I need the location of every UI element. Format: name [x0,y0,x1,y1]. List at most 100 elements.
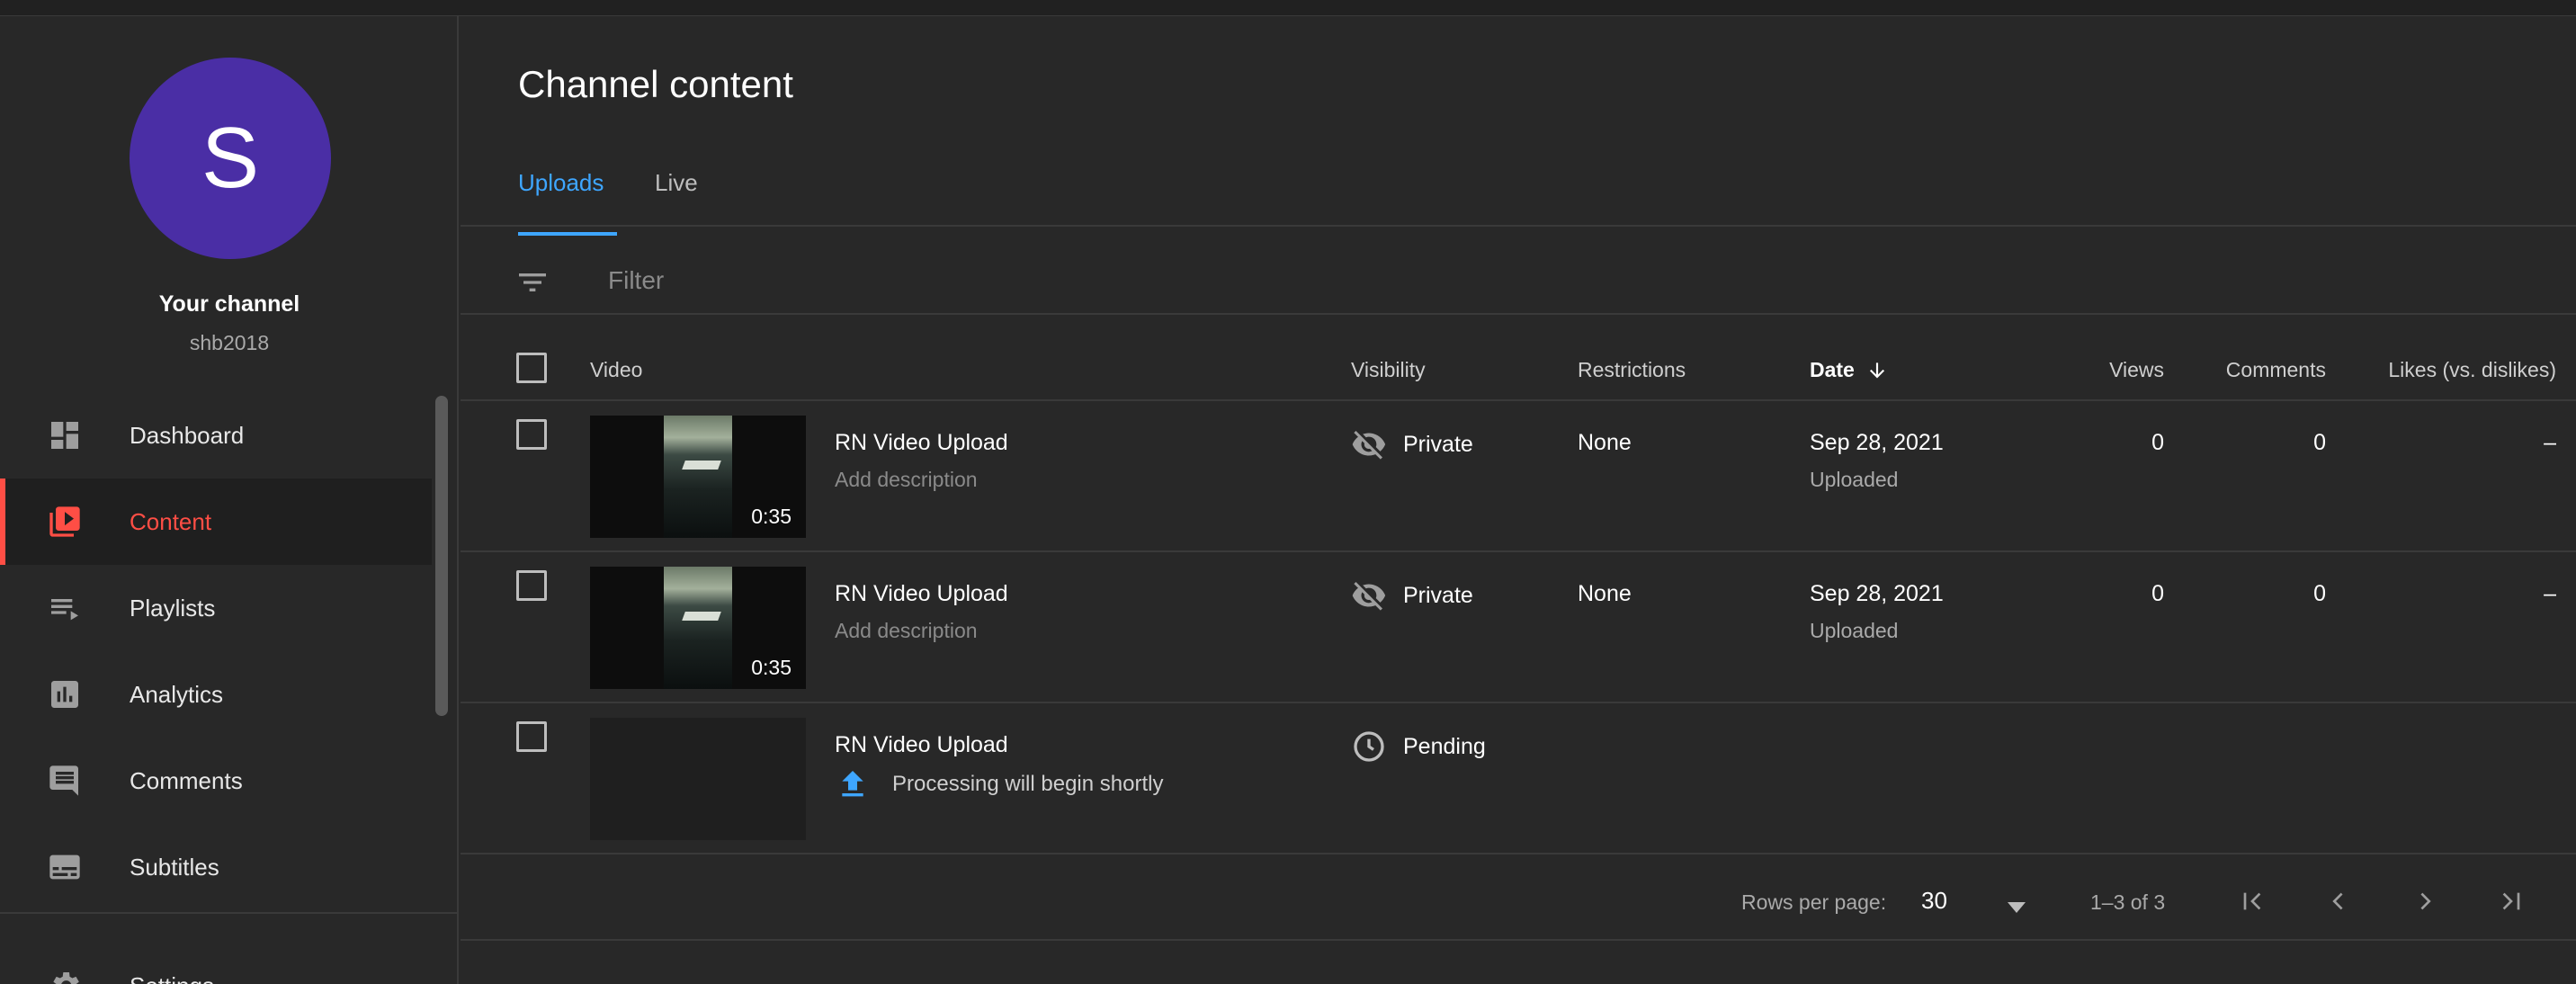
comments-icon [45,761,85,801]
video-duration: 0:35 [751,656,792,679]
column-header-visibility[interactable]: Visibility [1351,358,1426,382]
video-description[interactable]: Add description [835,619,978,643]
column-header-restrictions[interactable]: Restrictions [1578,358,1686,382]
column-header-views[interactable]: Views [2092,358,2164,382]
table-row[interactable]: 0:35 RN Video Upload Add description Pri… [461,552,2576,703]
previous-page-icon[interactable] [2319,881,2358,921]
date-status: Uploaded [1810,468,1899,491]
sidebar-item-playlists[interactable]: Playlists [0,565,432,651]
sidebar-item-label: Analytics [130,680,224,708]
sidebar: S Your channel shb2018 Dashboard Content… [0,16,459,984]
views-cell: 0 [2151,581,2164,606]
comments-cell: 0 [2313,581,2326,606]
sidebar-item-label: Subtitles [130,853,219,881]
footer-divider [461,939,2576,941]
likes-cell: – [2544,430,2556,455]
page-title: Channel content [518,63,793,105]
sidebar-item-comments[interactable]: Comments [0,738,432,824]
date-cell: Sep 28, 2021 [1810,581,1944,606]
visibility-label: Pending [1403,733,1486,759]
sidebar-item-content[interactable]: Content [0,479,432,565]
sidebar-scrollbar[interactable] [435,396,448,716]
column-header-comments[interactable]: Comments [2200,358,2326,382]
visibility-label: Private [1403,582,1473,608]
avatar-letter: S [201,110,260,206]
clock-icon [1351,729,1387,765]
views-cell: 0 [2151,430,2164,455]
tabs-divider [461,225,2576,227]
sidebar-item-label: Playlists [130,594,216,622]
channel-avatar[interactable]: S [130,58,331,259]
sidebar-item-label: Content [130,507,212,535]
eye-off-icon [1351,577,1387,613]
channel-title: Your channel [158,291,300,317]
visibility-cell: Pending [1351,729,1486,765]
thumbnail-image [664,416,732,538]
filter-divider [461,313,2576,315]
top-bar [0,0,2576,16]
table-header: Video Visibility Restrictions Date Views… [461,326,2576,410]
row-checkbox[interactable] [516,570,547,601]
thumbnail-image [664,567,732,689]
filter-bar [461,237,2576,324]
row-divider [461,853,2576,854]
sidebar-nav: Dashboard Content Playlists Analytics Co… [0,392,432,910]
sidebar-item-analytics[interactable]: Analytics [0,651,432,738]
sidebar-divider [0,912,457,914]
column-header-date[interactable]: Date [1810,358,1889,382]
processing-status: Processing will begin shortly [835,766,1163,802]
comments-cell: 0 [2313,430,2326,455]
first-page-icon[interactable] [2232,881,2272,921]
row-checkbox[interactable] [516,721,547,752]
video-description[interactable]: Add description [835,468,978,492]
dashboard-icon [45,416,85,455]
last-page-icon[interactable] [2491,881,2531,921]
channel-handle: shb2018 [189,331,270,354]
eye-off-icon [1351,426,1387,462]
rows-per-page-label: Rows per page: [1741,890,1887,914]
video-title[interactable]: RN Video Upload [835,430,1008,456]
restrictions-cell: None [1578,430,1632,455]
playlists-icon [45,588,85,628]
sidebar-item-subtitles[interactable]: Subtitles [0,824,432,910]
table-row[interactable]: RN Video Upload Processing will begin sh… [461,703,2576,854]
date-status: Uploaded [1810,619,1899,642]
video-thumbnail-placeholder [590,718,806,840]
video-thumbnail[interactable]: 0:35 [590,567,806,689]
column-header-video[interactable]: Video [590,358,642,382]
visibility-cell[interactable]: Private [1351,426,1473,462]
pagination-range: 1–3 of 3 [2090,890,2166,914]
video-duration: 0:35 [751,505,792,528]
visibility-label: Private [1403,431,1473,457]
content-icon [45,502,85,541]
rows-per-page-select[interactable]: 30 [1921,887,1947,915]
filter-icon[interactable] [514,264,550,300]
video-thumbnail[interactable]: 0:35 [590,416,806,538]
next-page-icon[interactable] [2405,881,2445,921]
subtitles-icon [45,847,85,887]
filter-input[interactable] [608,255,1687,306]
visibility-cell[interactable]: Private [1351,577,1473,613]
row-checkbox[interactable] [516,419,547,450]
select-all-checkbox[interactable] [516,353,547,383]
sidebar-item-settings[interactable]: Settings [0,943,432,984]
sidebar-item-label: Dashboard [130,421,245,449]
processing-status-label: Processing will begin shortly [892,772,1164,796]
gear-icon [45,966,85,984]
arrow-down-icon [1865,359,1889,382]
sidebar-item-label: Settings [130,972,214,984]
sidebar-item-dashboard[interactable]: Dashboard [0,392,432,479]
caret-down-icon[interactable] [2008,894,2026,913]
likes-cell: – [2544,581,2556,606]
main-content: Channel content Uploads Live Video Visib… [461,16,2576,984]
video-title[interactable]: RN Video Upload [835,581,1008,607]
column-header-likes[interactable]: Likes (vs. dislikes) [2340,358,2556,382]
restrictions-cell: None [1578,581,1632,606]
pagination-footer: Rows per page: 30 1–3 of 3 [461,858,2576,944]
column-header-date-label: Date [1810,358,1855,381]
video-title[interactable]: RN Video Upload [835,732,1008,758]
sidebar-item-label: Comments [130,766,243,794]
analytics-icon [45,675,85,714]
table-row[interactable]: 0:35 RN Video Upload Add description Pri… [461,401,2576,552]
upload-icon [835,766,871,802]
